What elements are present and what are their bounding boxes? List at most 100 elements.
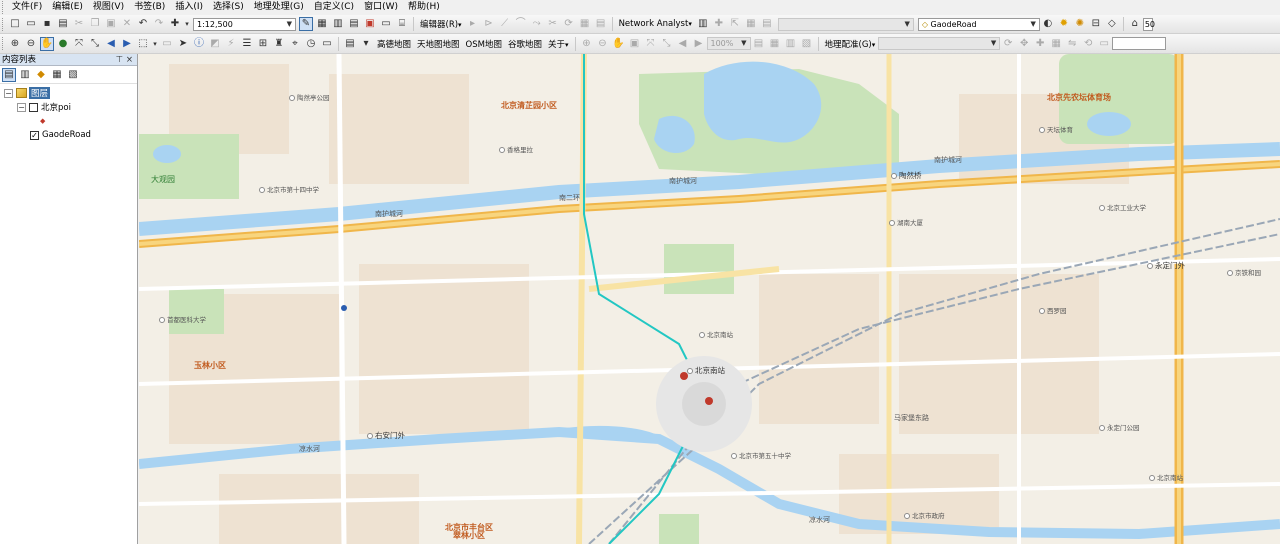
collapse-icon[interactable]: − xyxy=(4,88,13,98)
add-data-icon[interactable]: ✚ xyxy=(168,17,182,31)
hyperlink-icon[interactable]: ⚡ xyxy=(224,37,238,51)
menu-insert[interactable]: 插入(I) xyxy=(170,0,208,15)
collapse-icon[interactable]: − xyxy=(17,102,26,112)
georef-value-input[interactable] xyxy=(1112,37,1167,50)
zoom-whole-page-icon[interactable]: ▣ xyxy=(628,37,642,51)
data-driven-pages-icon[interactable]: ▧ xyxy=(800,37,814,51)
flicker-icon[interactable]: ◇ xyxy=(1105,17,1119,31)
clear-selection-icon[interactable]: ▭ xyxy=(160,37,174,51)
basemap-osm[interactable]: OSM地图 xyxy=(463,38,505,50)
menu-edit[interactable]: 编辑(E) xyxy=(47,0,88,15)
copy-icon[interactable]: ❐ xyxy=(88,17,102,31)
contrast-icon[interactable]: ◐ xyxy=(1041,17,1055,31)
select-dropdown-icon[interactable]: ▾ xyxy=(152,37,158,51)
menu-selection[interactable]: 选择(S) xyxy=(208,0,249,15)
rotate-tool-icon[interactable]: ⟳ xyxy=(562,17,576,31)
end-point-arc-icon[interactable]: ⌒ xyxy=(514,17,528,31)
brightness-icon[interactable]: ✹ xyxy=(1057,17,1071,31)
basemap-tianditu[interactable]: 天地图地图 xyxy=(414,38,463,50)
menu-customize[interactable]: 自定义(C) xyxy=(309,0,359,15)
html-popup-icon[interactable]: ◩ xyxy=(208,37,222,51)
menu-bookmarks[interactable]: 书签(B) xyxy=(129,0,170,15)
auto-adjust-icon[interactable]: ⟲ xyxy=(1081,37,1095,51)
data-frame-label[interactable]: 图层 xyxy=(29,87,51,99)
menu-geoprocessing[interactable]: 地理处理(G) xyxy=(249,0,309,15)
delete-icon[interactable]: ✕ xyxy=(120,17,134,31)
python-window-icon[interactable]: ▭ xyxy=(379,17,393,31)
layout-pan-icon[interactable]: ✋ xyxy=(612,37,626,51)
forward-extent-icon[interactable]: ▶ xyxy=(120,37,134,51)
close-icon[interactable]: × xyxy=(126,55,133,65)
toolbar-grip[interactable] xyxy=(2,17,5,31)
catalog-window-icon[interactable]: ▥ xyxy=(331,17,345,31)
toc-options-icon[interactable]: ▧ xyxy=(66,68,80,82)
georeferencing-menu[interactable]: 地理配准(G)▾ xyxy=(822,38,879,50)
zoom-in-icon[interactable]: ⊕ xyxy=(8,37,22,51)
arctoolbox-icon[interactable]: ▣ xyxy=(363,17,377,31)
network-analyst-menu[interactable]: Network Analyst▾ xyxy=(616,19,695,29)
layout-zoom-in-icon[interactable]: ⊕ xyxy=(580,37,594,51)
layout-fixed-zoom-out-icon[interactable]: ⤡ xyxy=(660,37,674,51)
swipe-icon[interactable]: ⊟ xyxy=(1089,17,1103,31)
redo-icon[interactable]: ↷ xyxy=(152,17,166,31)
print-icon[interactable]: ▤ xyxy=(56,17,70,31)
split-tool-icon[interactable]: ✂ xyxy=(546,17,560,31)
list-by-drawing-order-icon[interactable]: ▤ xyxy=(2,67,16,82)
undo-icon[interactable]: ↶ xyxy=(136,17,150,31)
layer-name[interactable]: 北京poi xyxy=(41,101,71,113)
flip-icon[interactable]: ⇋ xyxy=(1065,37,1079,51)
layout-forward-icon[interactable]: ▶ xyxy=(692,37,706,51)
identify-icon[interactable]: ⓘ xyxy=(192,37,206,51)
network-analyst-window-icon[interactable]: ▥ xyxy=(696,17,710,31)
solve-icon[interactable]: ▦ xyxy=(744,17,758,31)
layer-visibility-checkbox[interactable]: ✓ xyxy=(30,130,39,140)
find-route-icon[interactable]: ☰ xyxy=(240,37,254,51)
save-icon[interactable]: ▪ xyxy=(40,17,54,31)
directions-icon[interactable]: ▤ xyxy=(760,17,774,31)
trace-icon[interactable]: ⤳ xyxy=(530,17,544,31)
model-builder-icon[interactable]: ⌸ xyxy=(395,17,409,31)
list-by-visibility-icon[interactable]: ◆ xyxy=(34,68,48,82)
list-by-selection-icon[interactable]: ▦ xyxy=(50,68,64,82)
table-of-contents-icon[interactable]: ▦ xyxy=(315,17,329,31)
search-window-icon[interactable]: ▤ xyxy=(347,17,361,31)
measure-icon[interactable]: ⊞ xyxy=(256,37,270,51)
menu-view[interactable]: 视图(V) xyxy=(88,0,129,15)
georef-misc-icon[interactable]: ▭ xyxy=(1097,37,1111,51)
layout-back-icon[interactable]: ◀ xyxy=(676,37,690,51)
layer-name[interactable]: GaodeRoad xyxy=(42,130,91,140)
cut-icon[interactable]: ✂ xyxy=(72,17,86,31)
zoom-out-icon[interactable]: ⊖ xyxy=(24,37,38,51)
shift-icon[interactable]: ✥ xyxy=(1017,37,1031,51)
geocoding-icon[interactable]: ⌂ xyxy=(1128,17,1142,31)
create-network-location-icon[interactable]: ✚ xyxy=(712,17,726,31)
pan-icon[interactable]: ✋ xyxy=(40,36,54,51)
select-elements-icon[interactable]: ➤ xyxy=(176,37,190,51)
select-move-location-icon[interactable]: ⇱ xyxy=(728,17,742,31)
basemap-gaode[interactable]: 高德地图 xyxy=(374,38,414,50)
add-data-dropdown-icon[interactable]: ▾ xyxy=(184,17,190,31)
fixed-zoom-in-icon[interactable]: ⤧ xyxy=(72,37,86,51)
map-scale-combo[interactable]: 1:12,500 ▼ xyxy=(193,17,296,31)
layer-visibility-checkbox[interactable] xyxy=(29,102,38,112)
add-control-points-icon[interactable]: ✚ xyxy=(1033,37,1047,51)
new-document-icon[interactable]: □ xyxy=(8,17,22,31)
rotate-icon[interactable]: ⟳ xyxy=(1001,37,1015,51)
straight-segment-icon[interactable]: ⟋ xyxy=(498,17,512,31)
edit-tool-icon[interactable]: ▸ xyxy=(466,17,480,31)
basemap-dropdown-icon[interactable]: ▾ xyxy=(359,37,373,51)
target-layer-combo[interactable]: ◇ GaodeRoad ▼ xyxy=(917,17,1040,31)
editor-menu[interactable]: 编辑器(R)▾ xyxy=(417,18,465,30)
menu-file[interactable]: 文件(F) xyxy=(7,0,47,15)
effects-icon[interactable]: ✺ xyxy=(1073,17,1087,31)
menu-help[interactable]: 帮助(H) xyxy=(403,0,445,15)
list-by-source-icon[interactable]: ▥ xyxy=(18,68,32,82)
attributes-icon[interactable]: ▦ xyxy=(578,17,592,31)
edit-annotation-icon[interactable]: ⊳ xyxy=(482,17,496,31)
fixed-zoom-out-icon[interactable]: ⤡ xyxy=(88,37,102,51)
back-extent-icon[interactable]: ◀ xyxy=(104,37,118,51)
menu-window[interactable]: 窗口(W) xyxy=(359,0,403,15)
time-slider-icon[interactable]: ◷ xyxy=(304,37,318,51)
full-extent-icon[interactable]: ● xyxy=(56,37,70,51)
link-table-icon[interactable]: ▦ xyxy=(1049,37,1063,51)
